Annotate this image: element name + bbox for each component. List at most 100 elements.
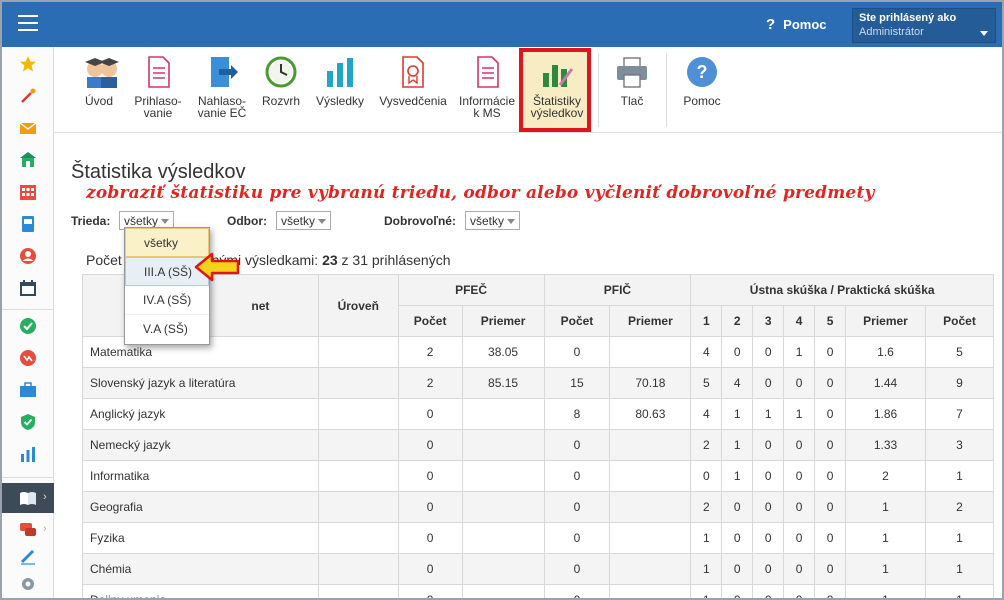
user-profile-icon[interactable] [19,247,37,265]
table-cell-g2: 1 [721,398,754,430]
toolbar-button-statistiky-vysledkov[interactable]: Štatistiky výsledkov [526,55,588,119]
header-pfec-pocet: Počet [397,305,463,337]
table-cell-pfec-priemer [461,584,545,598]
help-link[interactable]: ? Pomoc [766,16,827,33]
calendar-grid-icon[interactable] [19,183,37,201]
table-row: Nemecký jazyk 0 0 2 1 0 0 0 1.33 3 [82,429,995,461]
toolbar-label: Tlač [620,94,644,108]
user-menu[interactable]: Ste prihlásený ako Administrátor [852,8,996,43]
toolbar-button-prihlasovanie[interactable]: Prihlaso- vanie [130,55,186,119]
table-cell-pfic-priemer [609,429,692,461]
svg-text:?: ? [697,62,708,82]
table-cell-priemer: 1.33 [845,429,926,461]
briefcase-icon[interactable] [19,381,37,399]
table-cell-pocet: 3 [924,429,995,461]
table-cell-subject: Slovenský jazyk a literatúra [82,367,319,399]
toolbar-label: vanie [143,106,173,120]
check-circle-icon[interactable] [19,317,37,335]
table-cell-subject: Geografia [82,491,319,523]
table-row: Slovenský jazyk a literatúra 2 85.15 15 70.1… [82,367,995,399]
table-cell-g3: 0 [752,367,785,399]
table-cell-level [317,460,399,492]
dropdown-option[interactable]: IV.A (SŠ) [125,286,209,315]
table-cell-pfic-pocet: 0 [543,553,611,585]
table-cell-g1: 1 [690,553,723,585]
magic-wand-icon[interactable] [19,87,37,105]
toolbar-button-pomoc[interactable]: ? Pomoc [678,55,726,107]
table-cell-g5: 0 [814,491,847,523]
annotation-text: zobraziť štatistiku pre vybranú triedu, … [86,183,875,203]
table-cell-pfic-priemer [609,336,692,368]
chat-icon[interactable] [19,521,37,539]
header-grade-3: 3 [752,305,785,337]
table-cell-pfec-pocet: 2 [397,367,463,399]
table-cell-pfec-pocet: 0 [397,522,463,554]
toolbar-label: Výsledky [315,94,365,108]
table-cell-level [317,429,399,461]
table-cell-pocet: 2 [924,491,995,523]
mail-icon[interactable] [19,119,37,137]
menu-icon[interactable] [18,15,38,33]
table-cell-pocet: 1 [924,460,995,492]
star-icon[interactable] [19,55,37,73]
trieda-label: Trieda: [71,214,111,228]
chevron-right-icon: › [43,523,47,535]
pen-icon[interactable] [19,547,37,565]
table-cell-g5: 0 [814,429,847,461]
table-cell-pfic-priemer [609,584,692,598]
table-cell-g5: 0 [814,398,847,430]
table-cell-pfic-priemer [609,460,692,492]
dobrovolne-select[interactable]: všetky [465,211,520,230]
shield-icon[interactable] [19,413,37,431]
table-cell-pocet: 7 [924,398,995,430]
toolbar-label: vanie EČ [197,106,247,120]
table-cell-pfec-pocet: 2 [397,336,463,368]
table-row: Chémia 0 0 1 0 0 0 0 1 1 [82,553,995,585]
toolbar-button-nahlasovanie-ec[interactable]: Nahlaso- vanie EČ [194,55,250,119]
table-cell-priemer: 1 [845,491,926,523]
toolbar: Úvod Prihlaso- vanie Nahlaso- vanie EČ R… [54,47,1002,133]
results-icon [323,55,357,89]
header-pfec-priemer: Priemer [461,305,545,337]
toolbar-button-tlac[interactable]: Tlač [610,55,654,107]
gear-icon[interactable] [19,575,37,593]
header-grade-5: 5 [814,305,847,337]
failed-results-icon[interactable] [19,349,37,367]
document-icon[interactable] [19,215,37,233]
table-cell-priemer: 1.86 [845,398,926,430]
table-cell-pfec-priemer: 38.05 [461,336,545,368]
dropdown-option[interactable]: V.A (SŠ) [125,315,209,344]
table-row: Anglický jazyk 0 8 80.63 4 1 1 1 0 1.86 7 [82,398,995,430]
students-icon [82,55,119,89]
bar-chart-icon[interactable] [19,445,37,463]
table-cell-subject: Anglický jazyk [82,398,319,430]
toolbar-button-uvod[interactable]: Úvod [74,55,124,107]
open-book-icon[interactable] [19,489,37,507]
table-cell-g3: 0 [752,336,785,368]
toolbar-button-informacie-ms[interactable]: Informácie k MS [456,55,518,119]
help-icon: ? [685,55,719,89]
table-cell-g4: 0 [783,553,816,585]
school-icon[interactable] [19,151,37,169]
table-cell-pfec-pocet: 0 [397,460,463,492]
table-cell-subject: Fyzika [82,522,319,554]
sidebar: › › [2,47,54,598]
table-cell-g4: 0 [783,429,816,461]
table-cell-pfec-priemer: 85.15 [461,367,545,399]
calendar-icon[interactable] [19,279,37,297]
certificate-icon [396,55,430,89]
table-cell-priemer: 2 [845,460,926,492]
table-cell-g2: 0 [721,491,754,523]
table-cell-pfec-pocet: 0 [397,584,463,598]
toolbar-button-vysvedcenia[interactable]: Vysvedčenia [376,55,450,107]
table-cell-g3: 0 [752,491,785,523]
toolbar-button-rozvrh[interactable]: Rozvrh [258,55,304,107]
dobrovolne-label: Dobrovoľné: [384,214,456,228]
toolbar-button-vysledky[interactable]: Výsledky [312,55,368,107]
trieda-dropdown[interactable]: všetky III.A (SŠ) IV.A (SŠ) V.A (SŠ) [124,227,210,345]
table-cell-g4: 0 [783,460,816,492]
header-subject-label: net [251,298,270,313]
table-cell-g3: 0 [752,429,785,461]
table-cell-g4: 0 [783,367,816,399]
odbor-select[interactable]: všetky [276,211,331,230]
